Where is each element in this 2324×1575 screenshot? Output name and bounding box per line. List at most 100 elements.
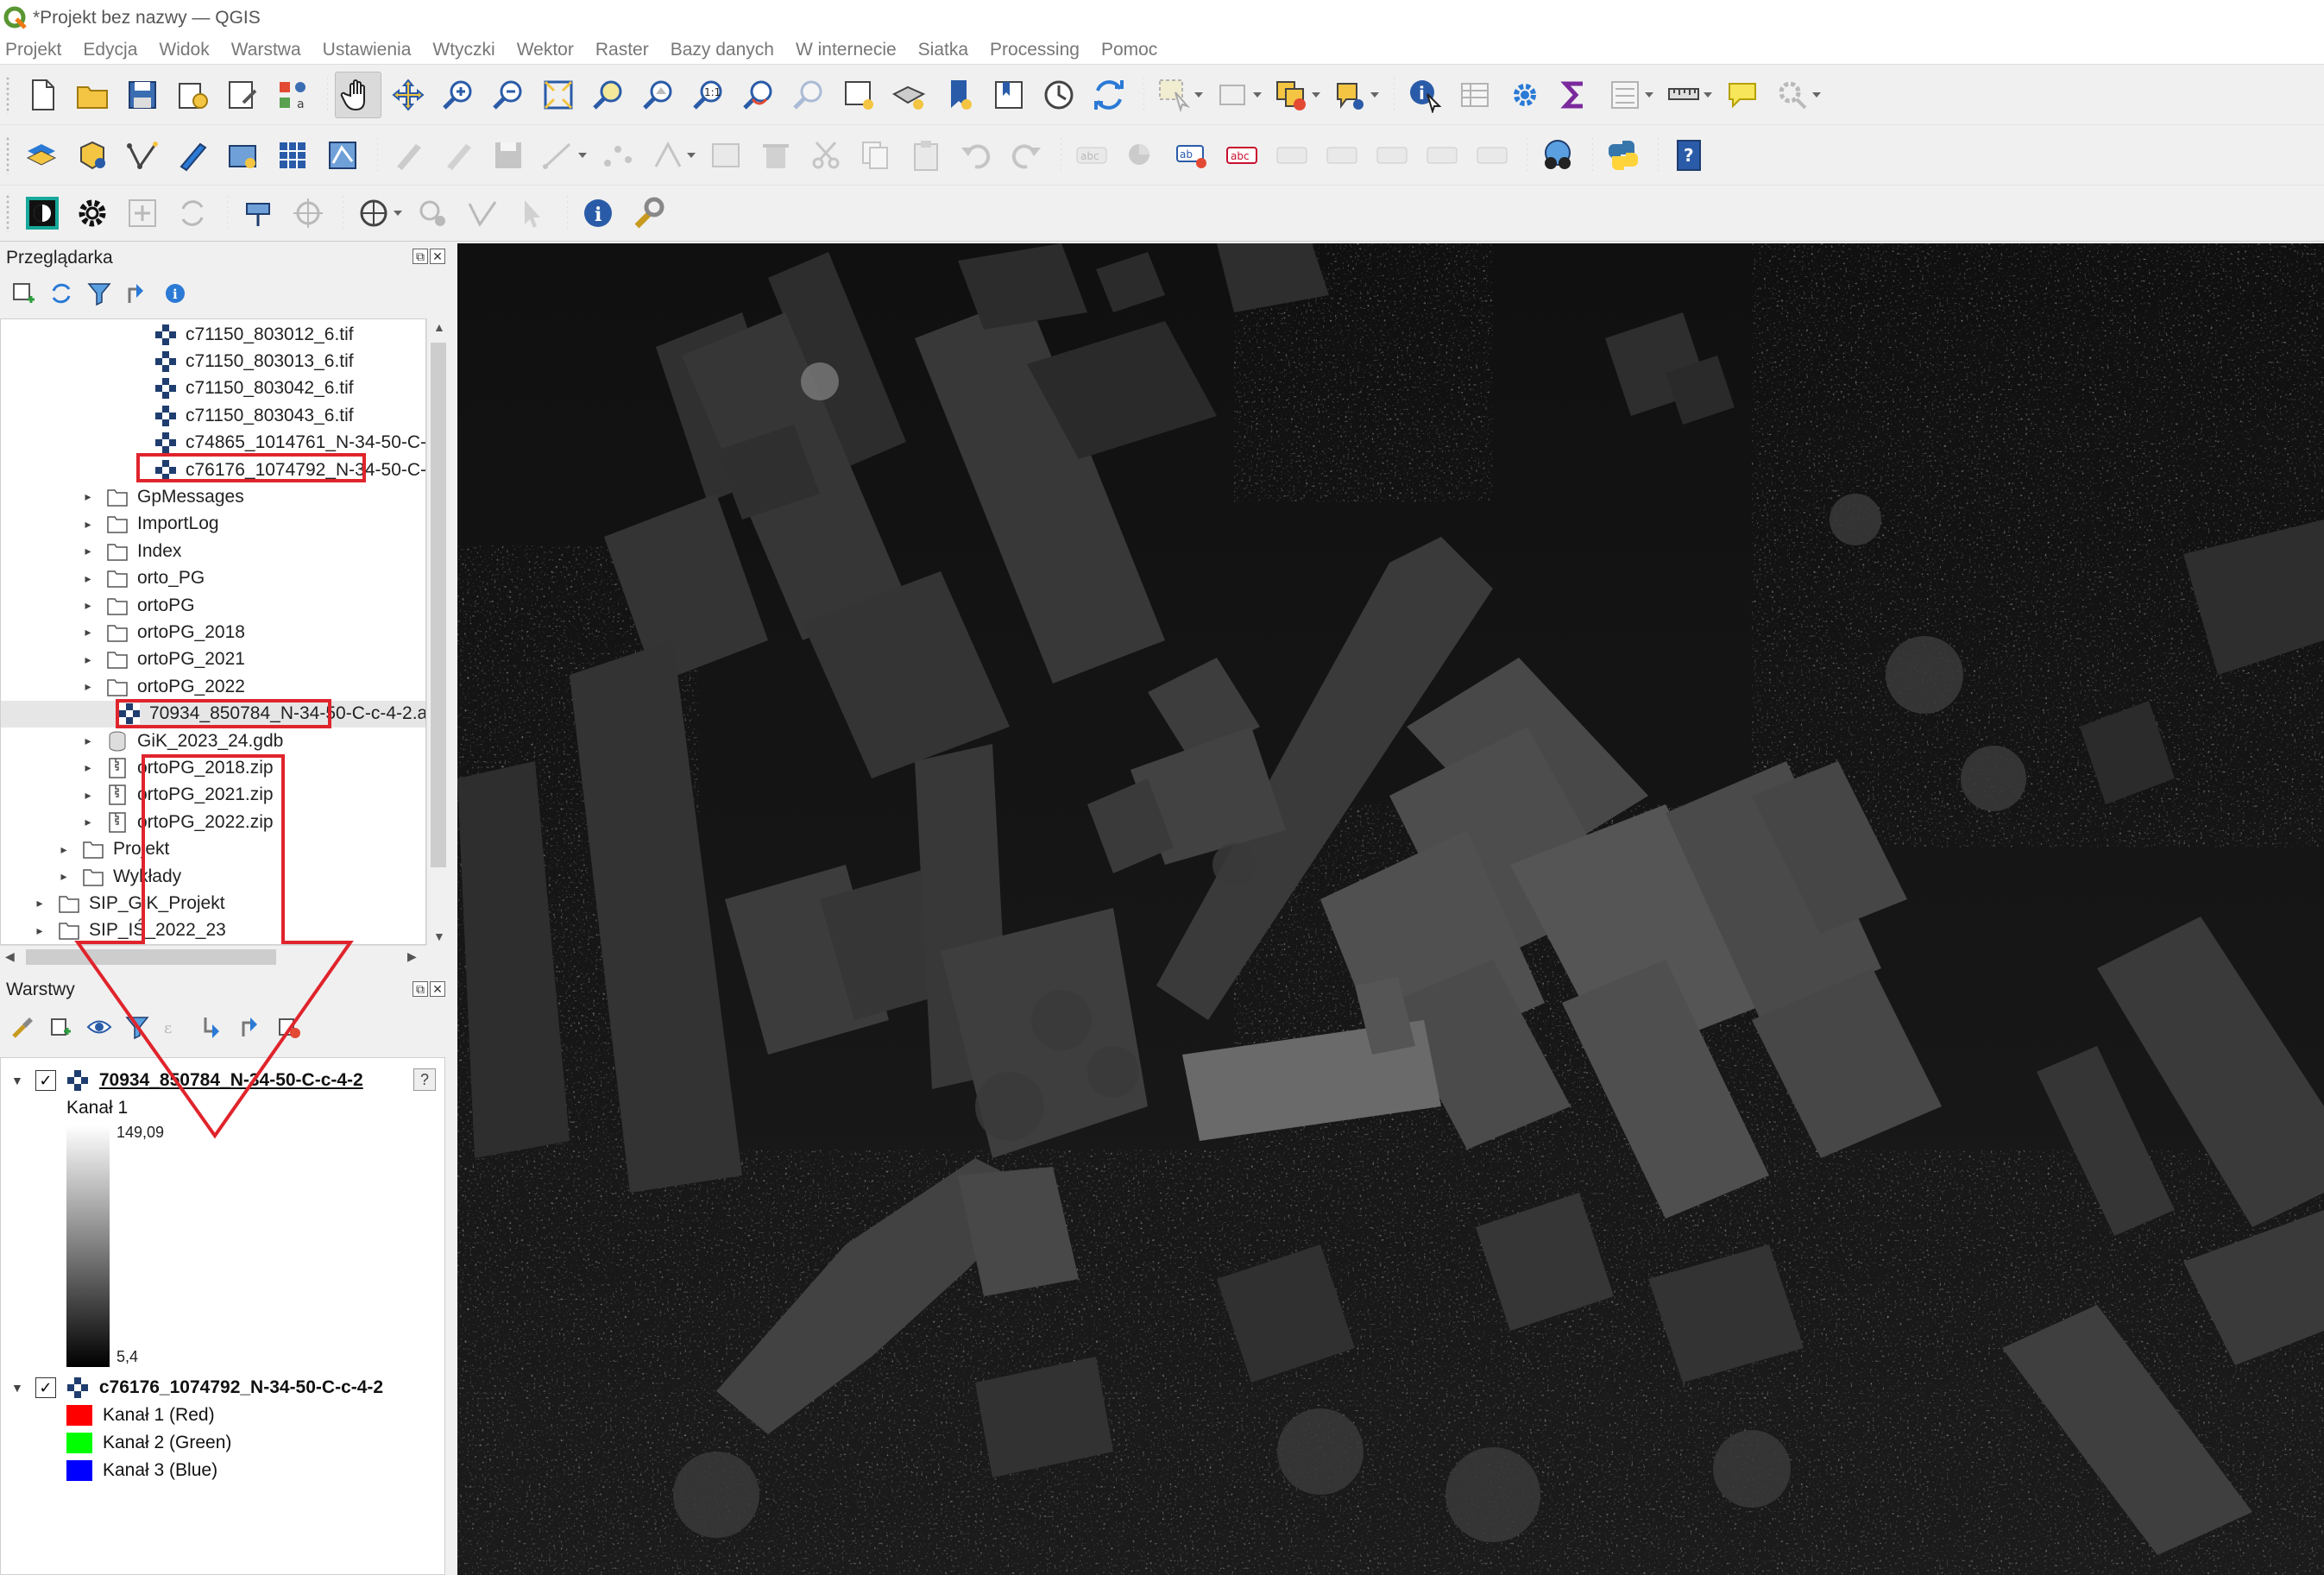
browser-item-folder[interactable]: ▸ ortoPG_2018 [1, 619, 425, 646]
help-contents-button[interactable]: ? [1666, 132, 1712, 179]
expand-arrow-icon[interactable]: ▸ [82, 598, 94, 612]
properties-button[interactable]: i [161, 279, 190, 308]
browser-item-raster[interactable]: c71150_803042_6.tif [1, 375, 425, 402]
expand-arrow-icon[interactable]: ▸ [82, 571, 94, 585]
close-panel-button[interactable]: ✕ [430, 249, 445, 264]
gps-tools-button[interactable] [409, 190, 456, 236]
browser-item-folder[interactable]: ▸ Index [1, 538, 425, 564]
scrollbar-thumb[interactable] [431, 343, 446, 867]
python-console-button[interactable] [1600, 132, 1647, 179]
expand-arrow-icon[interactable]: ▸ [82, 625, 94, 639]
add-selected-layers-button[interactable] [9, 279, 38, 308]
filter-legend-button[interactable] [123, 1012, 152, 1042]
browser-item-folder[interactable]: ▸ SIP_GiK_Projekt [1, 890, 425, 917]
browser-item-zip[interactable]: ▸ ortoPG_2018.zip [1, 754, 425, 781]
expand-arrow-icon[interactable]: ▸ [82, 815, 94, 828]
vertex-tool-button[interactable] [594, 132, 640, 179]
refresh-browser-button[interactable] [47, 279, 76, 308]
collapse-arrow-icon[interactable]: ▼ [11, 1381, 23, 1395]
toggle-editing-button[interactable] [435, 132, 482, 179]
menu-processing[interactable]: Processing [990, 40, 1080, 60]
toolbar-grip[interactable] [5, 194, 10, 232]
layer-warning-icon[interactable]: ? [413, 1068, 436, 1091]
browser-item-folder[interactable]: ▸ ImportLog [1, 511, 425, 538]
browser-item-folder[interactable]: ▸ ortoPG_2022 [1, 673, 425, 700]
expand-arrow-icon[interactable]: ▸ [82, 517, 94, 531]
browser-vertical-scrollbar[interactable]: ▲ ▼ [426, 318, 449, 945]
show-bookmarks-button[interactable] [986, 72, 1032, 118]
globe-plugin-button[interactable] [350, 190, 402, 236]
menu-bazy-danych[interactable]: Bazy danych [671, 40, 774, 60]
browser-item-raster[interactable]: 70934_850784_N-34-50-C-c-4-2.a [1, 700, 425, 728]
digitize-button[interactable] [535, 132, 587, 179]
browser-item-zip[interactable]: ▸ ortoPG_2021.zip [1, 782, 425, 809]
new-shapefile-layer-button[interactable] [119, 132, 166, 179]
plugin-dark-square-button[interactable] [19, 190, 66, 236]
expand-arrow-icon[interactable]: ▸ [34, 923, 46, 937]
open-project-button[interactable] [69, 72, 116, 118]
menu-raster[interactable]: Raster [595, 40, 649, 60]
scroll-down-icon[interactable]: ▼ [433, 929, 445, 943]
expand-arrow-icon[interactable]: ▸ [82, 734, 94, 747]
browser-item-zip[interactable]: ▸ ortoPG_2022.zip [1, 809, 425, 835]
browser-item-raster[interactable]: c74865_1014761_N-34-50-C-c [1, 430, 425, 457]
zoom-out-button[interactable] [485, 72, 532, 118]
expand-arrow-icon[interactable]: ▸ [82, 544, 94, 558]
zoom-native-button[interactable]: 1:1 [685, 72, 732, 118]
pointer-tool-button[interactable] [509, 190, 556, 236]
data-source-manager-button[interactable] [19, 132, 66, 179]
expand-arrow-icon[interactable]: ▸ [58, 842, 70, 856]
browser-item-folder[interactable]: ▸ ortoPG [1, 592, 425, 619]
layout-manager-button[interactable] [219, 72, 266, 118]
browser-item-db[interactable]: ▸ GiK_2023_24.gdb [1, 728, 425, 754]
browser-item-raster[interactable]: c76176_1074792_N-34-50-C-c [1, 457, 425, 483]
toolbar-grip[interactable] [5, 135, 10, 174]
move-label-button[interactable] [1319, 132, 1365, 179]
browser-item-folder[interactable]: ▸ Projekt [1, 836, 425, 863]
open-layer-styling-button[interactable] [9, 1012, 38, 1042]
new-map-view-button[interactable] [835, 72, 882, 118]
browser-item-folder[interactable]: ▸ ortoPG_2021 [1, 646, 425, 673]
layers-tree[interactable]: ▼ ✓ 70934_850784_N-34-50-C-c-4-2 ? Kanał… [0, 1057, 445, 1575]
scroll-up-icon[interactable]: ▲ [433, 320, 445, 334]
scroll-right-icon[interactable]: ▶ [407, 949, 417, 964]
scrollbar-thumb[interactable] [26, 949, 276, 965]
layer-name[interactable]: 70934_850784_N-34-50-C-c-4-2 [99, 1070, 363, 1091]
new-spatial-bookmark-button[interactable] [935, 72, 982, 118]
locator-settings-button[interactable] [1769, 72, 1821, 118]
rotate-label-button[interactable] [1369, 132, 1415, 179]
add-group-button[interactable] [47, 1012, 76, 1042]
current-edits-button[interactable] [385, 132, 431, 179]
settings-wrench-button[interactable] [625, 190, 671, 236]
map-tips-button[interactable] [1719, 72, 1766, 118]
label-properties-button[interactable] [1469, 132, 1515, 179]
scroll-left-icon[interactable]: ◀ [5, 949, 15, 964]
expand-arrow-icon[interactable]: ▸ [82, 652, 94, 666]
copy-features-button[interactable] [853, 132, 899, 179]
statistical-summary-button[interactable] [1552, 72, 1598, 118]
undo-button[interactable] [953, 132, 999, 179]
layer-name[interactable]: c76176_1074792_N-34-50-C-c-4-2 [99, 1377, 383, 1398]
menu-ustawienia[interactable]: Ustawienia [323, 40, 412, 60]
refresh-button[interactable] [1086, 72, 1132, 118]
collapse-all-layers-button[interactable] [236, 1012, 266, 1042]
filter-browser-button[interactable] [85, 279, 114, 308]
expand-arrow-icon[interactable]: ▸ [82, 788, 94, 802]
menu-wektor[interactable]: Wektor [517, 40, 574, 60]
browser-item-folder[interactable]: ▸ orto_PG [1, 565, 425, 592]
new-geopackage-layer-button[interactable] [69, 132, 116, 179]
expand-arrow-icon[interactable]: ▸ [82, 679, 94, 693]
menu-pomoc[interactable]: Pomoc [1101, 40, 1157, 60]
close-panel-button[interactable]: ✕ [430, 981, 445, 997]
save-project-button[interactable] [119, 72, 166, 118]
toolbox-button[interactable] [1502, 72, 1548, 118]
zoom-in-button[interactable] [435, 72, 482, 118]
attribute-form-button[interactable] [1602, 72, 1653, 118]
remove-layer-button[interactable] [274, 1012, 304, 1042]
processing-options-button[interactable] [69, 190, 116, 236]
vertex-editor-button[interactable] [644, 132, 696, 179]
zoom-to-selection-button[interactable] [585, 72, 632, 118]
plugin-add-button[interactable] [119, 190, 166, 236]
delete-selected-button[interactable] [753, 132, 799, 179]
layer-row-rgb[interactable]: ▼ ✓ c76176_1074792_N-34-50-C-c-4-2 [11, 1374, 383, 1402]
